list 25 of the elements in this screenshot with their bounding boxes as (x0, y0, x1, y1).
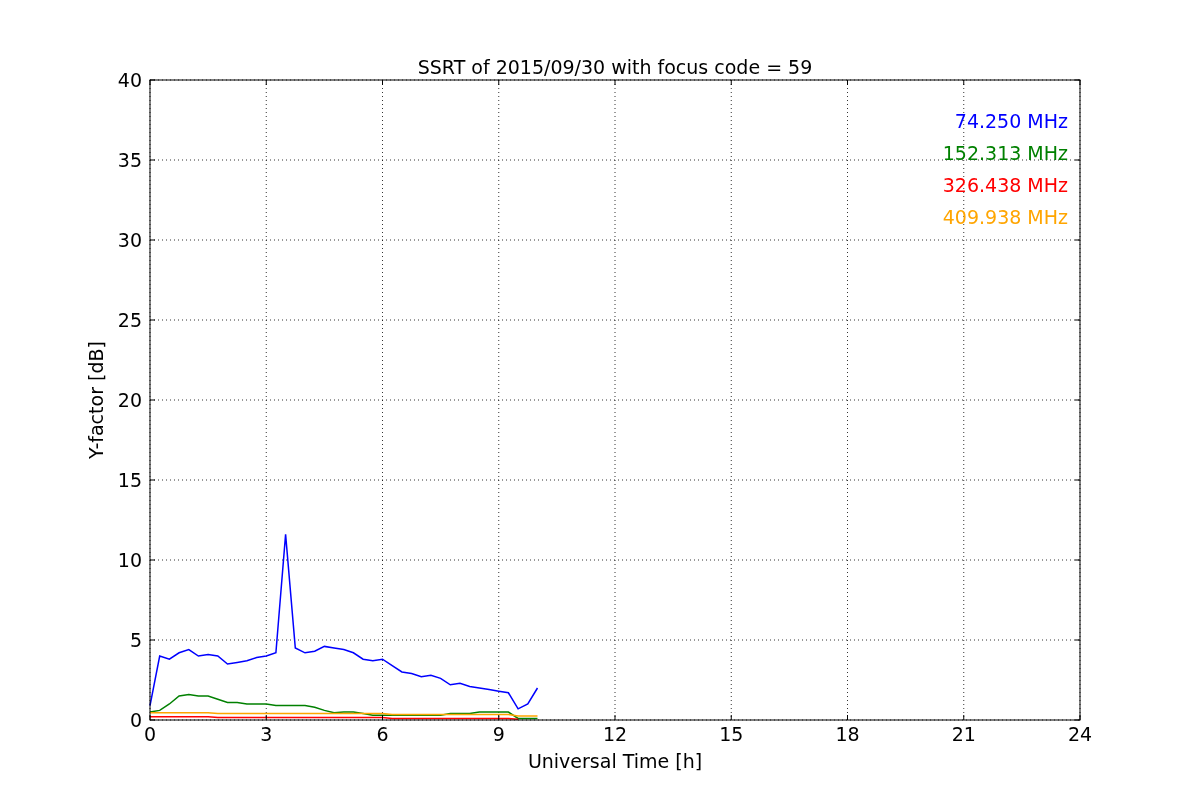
x-tick-label: 21 (951, 723, 976, 745)
legend-label: 326.438 MHz (942, 174, 1068, 196)
y-tick-label: 40 (117, 69, 142, 91)
x-tick-label: 3 (260, 723, 273, 745)
x-tick-label: 24 (1067, 723, 1093, 745)
x-tick-label: 18 (835, 723, 860, 745)
x-tick-label: 12 (602, 723, 628, 745)
y-tick-label: 15 (117, 469, 142, 491)
y-tick-label: 25 (117, 309, 142, 331)
x-tick-label: 15 (719, 723, 744, 745)
y-tick-label: 10 (117, 549, 142, 571)
x-tick-label: 9 (492, 723, 505, 745)
x-axis-label: Universal Time [h] (527, 750, 703, 772)
chart-title: SSRT of 2015/09/30 with focus code = 59 (417, 56, 813, 78)
y-tick-label: 0 (129, 709, 142, 731)
x-tick-label: 0 (143, 723, 157, 745)
y-tick-label: 20 (117, 389, 142, 411)
y-tick-label: 5 (129, 629, 142, 651)
legend-label: 409.938 MHz (942, 206, 1068, 228)
legend-label: 152.313 MHz (942, 142, 1068, 164)
x-tick-label: 6 (376, 723, 389, 745)
y-axis-label: Y-factor [dB] (85, 341, 107, 459)
y-tick-label: 35 (117, 149, 142, 171)
y-tick-label: 30 (117, 229, 142, 251)
legend-label: 74.250 MHz (954, 110, 1068, 132)
